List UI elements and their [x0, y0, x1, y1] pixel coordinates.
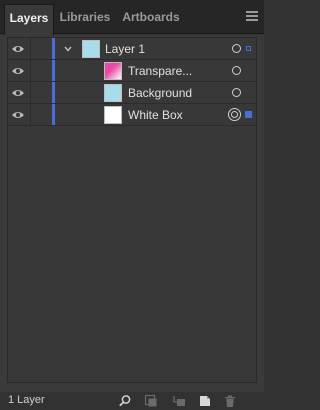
search-icon[interactable] — [118, 394, 132, 408]
visibility-eye-icon[interactable] — [11, 87, 25, 99]
target-circle-icon[interactable] — [232, 44, 241, 53]
object-name[interactable]: White Box — [128, 107, 212, 123]
selection-indicator[interactable] — [246, 46, 251, 51]
sublayer-row[interactable]: Background — [8, 82, 256, 104]
tab-artboards[interactable]: Artboards — [117, 4, 185, 34]
selection-indicator[interactable] — [245, 111, 252, 118]
layer-color-bar — [52, 38, 55, 59]
lock-toggle[interactable] — [31, 38, 52, 59]
visibility-eye-icon[interactable] — [11, 65, 25, 77]
lock-toggle[interactable] — [31, 104, 52, 125]
object-name[interactable]: Background — [128, 85, 212, 101]
layer-name[interactable]: Layer 1 — [105, 41, 215, 57]
chevron-down-icon[interactable] — [63, 43, 73, 53]
object-name[interactable]: Transpare... — [128, 63, 212, 79]
lock-toggle[interactable] — [31, 60, 52, 81]
visibility-eye-icon[interactable] — [11, 43, 25, 55]
object-thumbnail — [104, 84, 122, 102]
tab-libraries[interactable]: Libraries — [56, 4, 114, 34]
object-thumbnail — [104, 106, 122, 124]
visibility-eye-icon[interactable] — [11, 109, 25, 121]
target-selected-icon[interactable] — [228, 108, 241, 121]
layer-thumbnail — [82, 40, 100, 58]
tab-layers[interactable]: Layers — [4, 4, 54, 35]
new-layer-icon[interactable] — [198, 394, 212, 408]
panel-footer: 1 Layer — [0, 392, 264, 410]
layer-color-bar — [52, 104, 55, 125]
layer-row[interactable]: Layer 1 — [8, 38, 256, 60]
object-thumbnail — [104, 62, 122, 80]
layers-panel: Layer 1 Transpare... Background White Bo… — [0, 35, 264, 392]
target-circle-icon[interactable] — [232, 88, 241, 97]
sublayer-row[interactable]: Transpare... — [8, 60, 256, 82]
make-clipping-mask-icon[interactable] — [144, 394, 158, 408]
layer-color-bar — [52, 82, 55, 103]
target-circle-icon[interactable] — [232, 66, 241, 75]
layer-count: 1 Layer — [8, 394, 45, 406]
delete-icon[interactable] — [223, 394, 237, 408]
panel-menu-icon[interactable] — [246, 11, 258, 21]
lock-toggle[interactable] — [31, 82, 52, 103]
panel-tab-bar: Layers Libraries Artboards — [0, 0, 264, 35]
layers-list: Layer 1 Transpare... Background White Bo… — [7, 37, 257, 383]
sublayer-row[interactable]: White Box — [8, 104, 256, 126]
create-sublayer-icon[interactable] — [172, 394, 186, 408]
layer-color-bar — [52, 60, 55, 81]
